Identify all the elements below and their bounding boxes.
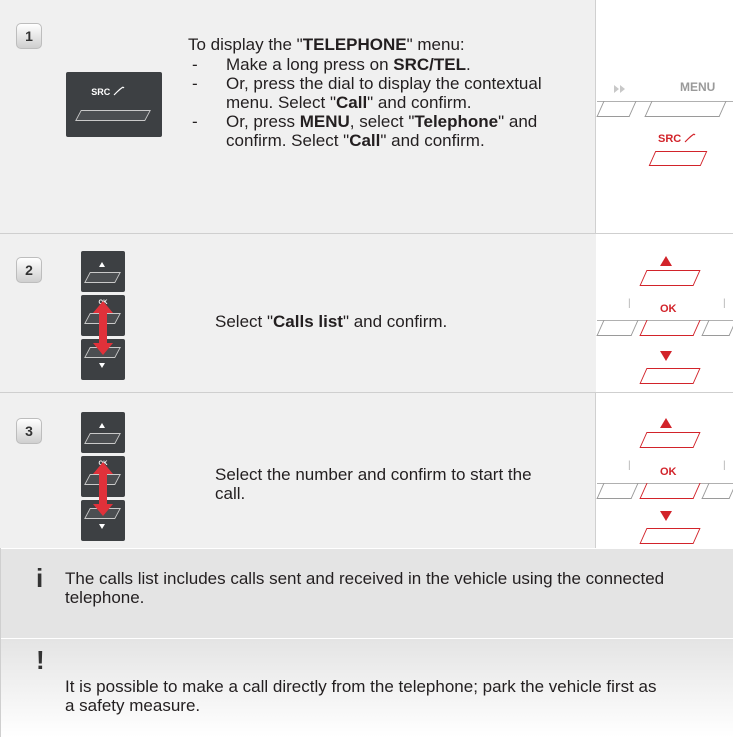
bracket-left: | (628, 460, 631, 471)
arrow-up-icon (660, 256, 672, 266)
src-button-outline (648, 151, 708, 166)
info-text: The calls list includes calls sent and r… (65, 569, 665, 607)
menu-button-outline (644, 101, 727, 117)
bracket-right: | (723, 298, 726, 309)
arrow-up-down-icon (93, 462, 113, 516)
arrow-up-icon (660, 418, 672, 428)
warning-note: ! It is possible to make a call directly… (0, 639, 733, 737)
column-divider (595, 393, 596, 548)
step-3-number-badge: 3 (16, 418, 42, 444)
step-1-options-list: - Make a long press on SRC/TEL. - Or, pr… (188, 55, 583, 150)
up-button (81, 251, 125, 292)
ok-red-label: OK (660, 466, 677, 478)
src-button-label: SRC (91, 87, 111, 97)
step-1-intro: To display the "TELEPHONE" menu: (188, 35, 465, 54)
bracket-right: | (723, 460, 726, 471)
step-2-instruction: Select "Calls list" and confirm. (215, 312, 448, 331)
ok-button-outline (639, 320, 701, 336)
phone-handset-icon (113, 86, 125, 96)
ok-button-outline (639, 483, 701, 499)
warning-text: It is possible to make a call directly f… (65, 677, 657, 715)
step-1-number-badge: 1 (16, 23, 42, 49)
side-button-outline (701, 320, 733, 336)
left-edge-line (0, 548, 1, 737)
step-2-number-badge: 2 (16, 257, 42, 283)
step-1-instructions: To display the "TELEPHONE" menu: - Make … (188, 35, 583, 150)
warning-icon: ! (36, 645, 45, 675)
up-button-outline (639, 432, 701, 448)
up-button-outline (639, 270, 701, 286)
side-button-outline (596, 483, 639, 499)
ok-red-label: OK (660, 303, 677, 315)
src-tel-button: SRC (66, 72, 162, 137)
list-item: - Or, press MENU, select "Telephone" and… (192, 112, 538, 150)
list-item: - Make a long press on SRC/TEL. (192, 55, 471, 74)
info-note: i The calls list includes calls sent and… (0, 549, 733, 638)
side-button-outline (701, 483, 733, 499)
fast-forward-icon (614, 85, 625, 93)
src-red-label: SRC (658, 133, 696, 145)
down-button-outline (639, 528, 701, 544)
list-item: - Or, press the dial to display the cont… (192, 74, 542, 112)
side-button-outline (596, 320, 639, 336)
arrow-up-down-icon (93, 301, 113, 355)
arrow-down-icon (660, 511, 672, 521)
arrow-down-icon (660, 351, 672, 361)
phone-handset-icon (684, 133, 696, 143)
up-button (81, 412, 125, 453)
step-3-instruction: Select the number and confirm to start t… (215, 465, 532, 503)
bracket-left: | (628, 298, 631, 309)
info-icon: i (36, 563, 44, 593)
down-button-outline (639, 368, 701, 384)
menu-label: MENU (680, 80, 716, 94)
